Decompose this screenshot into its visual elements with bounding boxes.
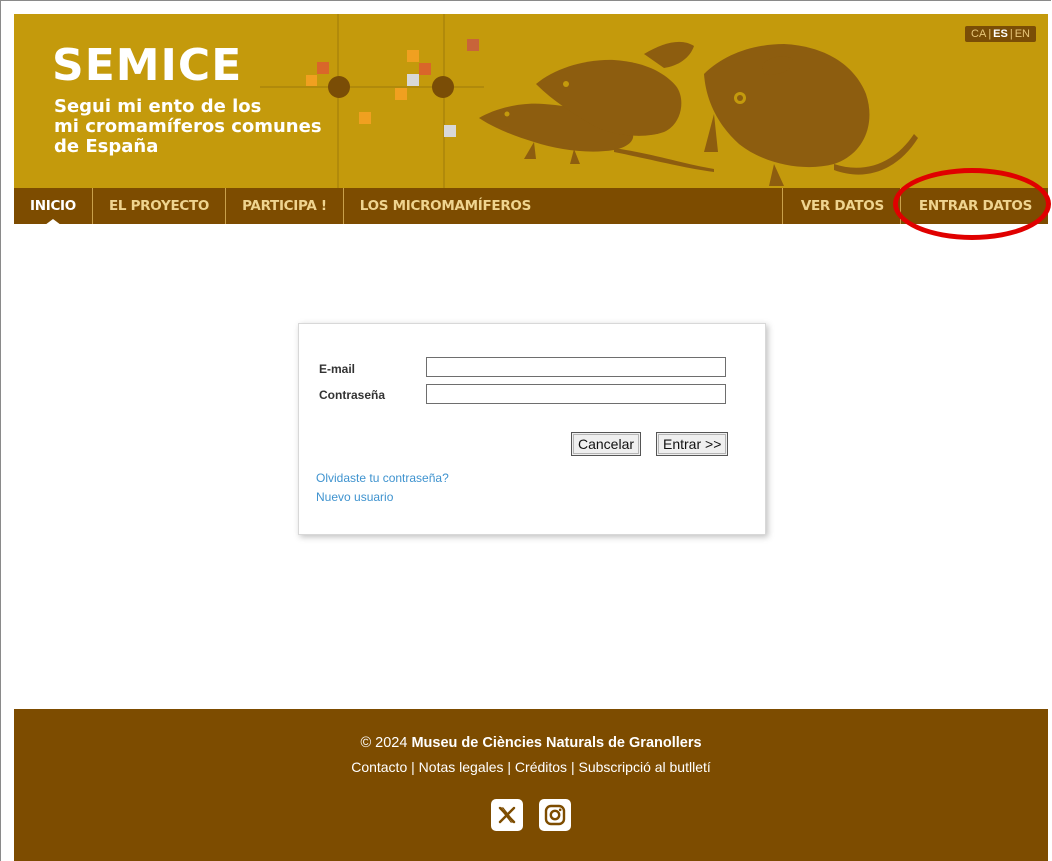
social-links <box>14 799 1048 831</box>
footer-links: Contacto | Notas legales | Créditos | Su… <box>14 759 1048 775</box>
footer-link-separator: | <box>507 759 512 775</box>
site-footer: © 2024 Museu de Ciències Naturals de Gra… <box>14 709 1048 861</box>
copyright-text: © 2024 <box>360 735 408 751</box>
nav-item-el-proyecto[interactable]: EL PROYECTO <box>93 188 227 224</box>
language-en-link[interactable]: EN <box>1015 28 1030 40</box>
instagram-icon[interactable] <box>539 799 571 831</box>
org-name-link[interactable]: Museu de Ciències Naturals de Granollers <box>411 735 701 751</box>
footer-link-creditos[interactable]: Créditos <box>515 759 567 775</box>
footer-link-contacto[interactable]: Contacto <box>351 759 407 775</box>
email-label: E-mail <box>319 362 356 376</box>
footer-link-separator: | <box>570 759 575 775</box>
cancel-button[interactable]: Cancelar <box>571 432 642 456</box>
login-form: E-mail Contraseña Cancelar Entrar >> Olv… <box>298 323 766 535</box>
x-icon[interactable] <box>491 799 523 831</box>
email-field[interactable] <box>426 357 726 377</box>
submit-button[interactable]: Entrar >> <box>656 432 729 456</box>
language-separator: | <box>988 28 992 40</box>
site-subtitle: Segui mi ento de los mi cromamíferos com… <box>54 97 344 157</box>
forgot-password-link[interactable]: Olvidaste tu contraseña? <box>316 471 449 485</box>
password-field[interactable] <box>426 384 726 404</box>
main-nav: INICIO EL PROYECTO PARTICIPA ! LOS MICRO… <box>14 188 1048 225</box>
footer-copyright: © 2024 Museu de Ciències Naturals de Gra… <box>14 735 1048 751</box>
nav-spacer <box>547 188 783 224</box>
footer-link-notas-legales[interactable]: Notas legales <box>419 759 504 775</box>
nav-item-ver-datos[interactable]: VER DATOS <box>783 188 901 224</box>
password-label: Contraseña <box>319 388 386 402</box>
nav-item-entrar-datos[interactable]: ENTRAR DATOS <box>901 188 1048 224</box>
new-user-link[interactable]: Nuevo usuario <box>316 490 393 504</box>
language-ca-link[interactable]: CA <box>971 28 986 40</box>
nav-item-inicio[interactable]: INICIO <box>14 188 93 225</box>
nav-item-participa[interactable]: PARTICIPA ! <box>226 188 344 224</box>
footer-link-subscripcio[interactable]: Subscripció al butlletí <box>578 759 710 775</box>
footer-link-separator: | <box>411 759 415 775</box>
site-title[interactable]: SEMICE <box>52 42 242 90</box>
language-separator: | <box>1009 28 1013 40</box>
site-header: SEMICE Segui mi ento de los mi cromamífe… <box>14 14 1048 188</box>
language-switcher: CA | ES | EN <box>965 26 1036 42</box>
subtitle-line: de España <box>54 136 159 157</box>
subtitle-line: Segui mi ento de los <box>54 96 262 117</box>
language-es-link[interactable]: ES <box>993 28 1008 40</box>
nav-item-los-micromamiferos[interactable]: LOS MICROMAMÍFEROS <box>344 188 547 224</box>
subtitle-line: mi cromamíferos comunes <box>54 116 322 137</box>
